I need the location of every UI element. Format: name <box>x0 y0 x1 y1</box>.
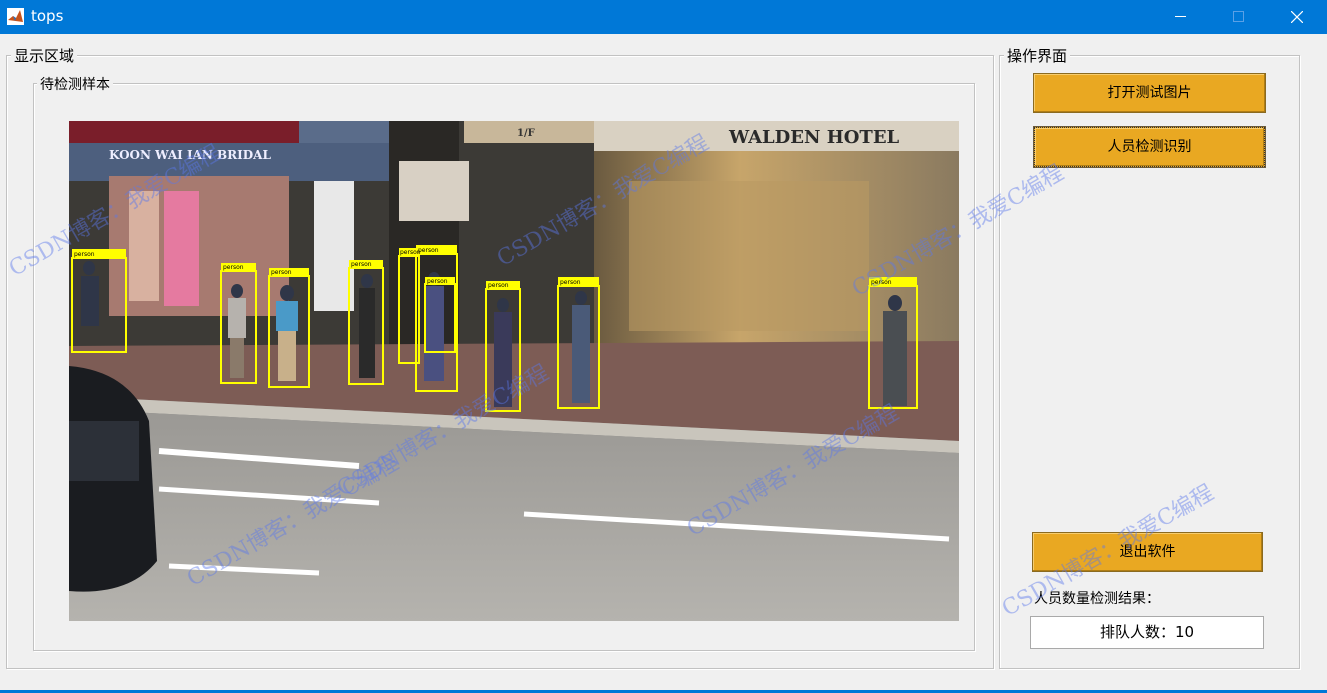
maximize-button[interactable] <box>1210 0 1268 34</box>
detect-people-button[interactable]: 人员检测识别 <box>1033 126 1266 168</box>
bbox-label: person <box>488 282 509 289</box>
floor-sign: 1/F <box>517 128 535 139</box>
window-title: tops <box>31 7 64 25</box>
bbox-label: person <box>418 247 439 254</box>
bbox-label: person <box>427 278 448 285</box>
sample-panel-title: 待检测样本 <box>37 74 113 94</box>
bbox-label: person <box>223 264 244 271</box>
result-field: 排队人数：10 <box>1030 616 1264 649</box>
display-panel-title: 显示区域 <box>11 45 78 66</box>
detection-image: KOON WAI IAN BRIDAL 1/F WALDEN HOTEL per… <box>69 121 959 621</box>
minimize-icon <box>1175 16 1186 17</box>
bbox-label: person <box>351 261 372 268</box>
bbox-label: person <box>560 279 581 286</box>
maximize-icon <box>1233 11 1244 22</box>
hotel-sign: WALDEN HOTEL <box>728 127 900 148</box>
minimize-button[interactable] <box>1152 0 1210 34</box>
open-image-button[interactable]: 打开测试图片 <box>1033 73 1266 113</box>
exit-button[interactable]: 退出软件 <box>1032 532 1263 572</box>
close-icon <box>1291 11 1303 23</box>
matlab-icon <box>7 8 24 25</box>
close-button[interactable] <box>1268 0 1326 34</box>
bridal-sign: KOON WAI IAN BRIDAL <box>109 148 271 162</box>
result-label: 人员数量检测结果： <box>1034 591 1160 607</box>
bbox-label: person <box>871 279 892 286</box>
title-bar: tops <box>0 0 1327 34</box>
ops-panel-title: 操作界面 <box>1004 45 1071 66</box>
bbox-label: person <box>271 269 292 276</box>
bbox-label: person <box>74 251 95 258</box>
